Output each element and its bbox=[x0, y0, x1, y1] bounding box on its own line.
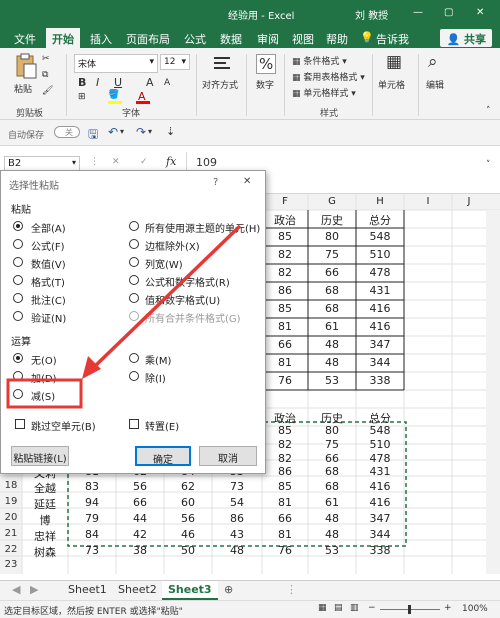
annotation-overlay bbox=[6, 224, 242, 409]
annotation-arrow-head bbox=[82, 356, 101, 379]
annotation-arrow-line bbox=[92, 224, 242, 369]
highlight-box bbox=[6, 378, 83, 409]
